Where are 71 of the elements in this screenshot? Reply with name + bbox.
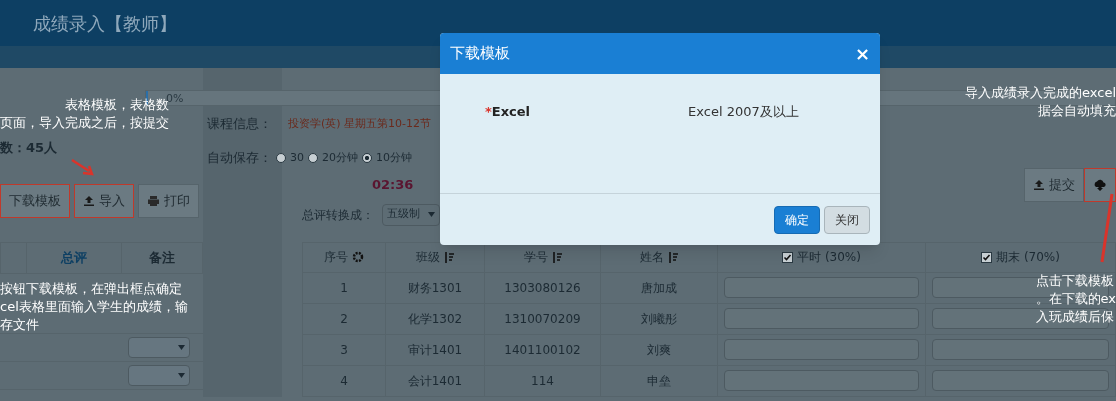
caret-icon xyxy=(428,212,435,217)
score-input[interactable] xyxy=(724,277,919,298)
student-count: 数：45人 xyxy=(0,139,58,157)
upload-icon xyxy=(83,194,95,207)
annotation-text: 入玩成绩后保 xyxy=(1035,308,1114,326)
annotation-text: 据会自动填充 xyxy=(1038,102,1116,120)
table-cell: 申垒 xyxy=(601,365,718,397)
score-input[interactable] xyxy=(932,370,1109,391)
annotation-text: 存文件 xyxy=(0,316,39,334)
column-header[interactable]: 期末 (70%) xyxy=(926,242,1116,273)
autosave-radio[interactable]: 20分钟 xyxy=(308,149,358,166)
course-label: 课程信息： xyxy=(207,115,272,134)
column-checkbox[interactable] xyxy=(782,251,794,263)
upload-icon xyxy=(1033,178,1045,191)
course-info: 投资学(英) 星期五第10-12节 xyxy=(288,115,432,132)
table-cell: 3 xyxy=(303,334,386,366)
printer-icon xyxy=(147,194,160,207)
close-dialog-button[interactable]: 关闭 xyxy=(824,205,870,234)
autosave-radio[interactable]: 10分钟 xyxy=(362,149,412,166)
table-cell: 2 xyxy=(303,303,386,335)
toolbar-button[interactable]: 提交 xyxy=(1024,167,1084,202)
sort-icon xyxy=(444,251,454,263)
sort-icon xyxy=(551,251,562,263)
toolbar-button[interactable]: 打印 xyxy=(138,183,199,218)
score-input[interactable] xyxy=(724,339,919,360)
gear-icon[interactable] xyxy=(352,251,364,263)
table-cell: 唐加成 xyxy=(601,272,718,304)
annotation-text: 点击下载模板 xyxy=(1035,272,1114,290)
confirm-button[interactable]: 确定 xyxy=(774,205,820,234)
score-input[interactable] xyxy=(724,370,919,391)
column-header: 总评 xyxy=(26,242,121,273)
close-button[interactable]: × xyxy=(854,40,870,67)
dialog-title: 下载模板 xyxy=(450,43,510,65)
annotation-text: 按钮下载模板，在弹出框点确定 xyxy=(0,280,182,298)
table-cell: 审计1401 xyxy=(386,334,485,366)
table-cell: 1401100102 xyxy=(485,334,601,366)
column-header[interactable]: 序号 xyxy=(303,242,386,273)
caret-icon xyxy=(178,344,185,350)
table-cell: 1 xyxy=(303,272,386,304)
table-cell: 4 xyxy=(303,365,386,397)
page-title: 成绩录入【教师】 xyxy=(33,11,177,36)
caret-icon xyxy=(178,372,185,378)
countdown-timer: 02:36 xyxy=(372,175,414,194)
table-cell: 1310070209 xyxy=(485,303,601,335)
toolbar-button[interactable] xyxy=(1084,167,1116,202)
toolbar-button[interactable]: 下载模板 xyxy=(0,183,70,218)
annotation-text: 。在下载的ex xyxy=(1035,290,1116,308)
table-cell: 1303080126 xyxy=(485,272,601,304)
column-checkbox[interactable] xyxy=(981,251,993,263)
score-input[interactable] xyxy=(932,339,1109,360)
table-cell: 化学1302 xyxy=(386,303,485,335)
field-label: *Excel xyxy=(485,103,531,121)
toolbar-button[interactable]: 导入 xyxy=(74,183,134,218)
score-input[interactable] xyxy=(724,308,919,329)
remark-select[interactable] xyxy=(128,336,190,358)
annotation-text: 页面，导入完成之后，按提交 xyxy=(0,114,169,132)
annotation-arrow-drawing xyxy=(70,158,96,176)
autosave-radio[interactable]: 30 xyxy=(276,149,304,166)
table-cell: 刘曦彤 xyxy=(601,303,718,335)
annotation-text: cel表格里面输入学生的成绩，输 xyxy=(0,298,188,316)
table-cell: 114 xyxy=(485,365,601,397)
table-cell: 会计1401 xyxy=(386,365,485,397)
table-cell: 财务1301 xyxy=(386,272,485,304)
remark-select[interactable] xyxy=(128,364,190,386)
sort-icon xyxy=(668,251,678,263)
convert-label: 总评转换成： xyxy=(302,206,374,224)
annotation-text: 导入成绩录入完成的excel xyxy=(965,84,1116,102)
column-header: 备注 xyxy=(121,242,201,273)
cloud-download-icon xyxy=(1093,178,1107,191)
excel-version-field[interactable]: Excel 2007及以上 xyxy=(688,102,799,122)
table-cell: 刘爽 xyxy=(601,334,718,366)
